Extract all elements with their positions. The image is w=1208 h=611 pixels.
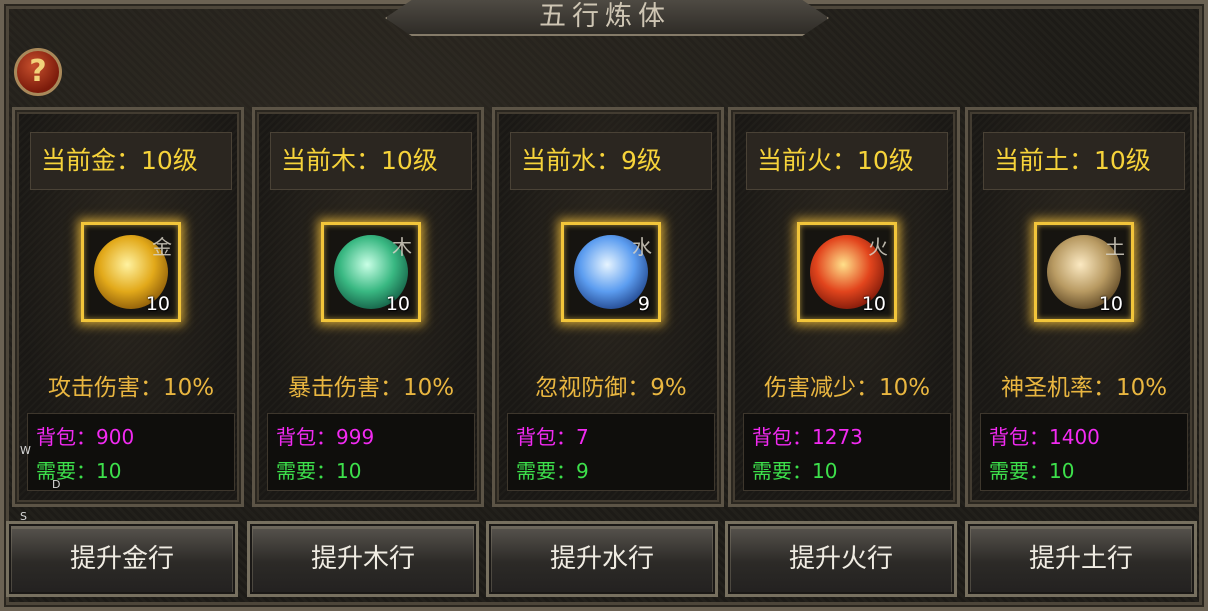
orb-element-char: 木 [392, 235, 412, 259]
wood-orb-slot[interactable]: 木 10 [321, 222, 421, 322]
inventory-box: 背包：1400 需要：10 [980, 413, 1188, 491]
panel-metal: 当前金：10级 金 10 攻击伤害：10% 背包：900 需要：10 [12, 107, 244, 507]
need-count: 需要：10 [36, 459, 122, 483]
inventory-box: 背包：999 需要：10 [267, 413, 475, 491]
need-count: 需要：10 [752, 459, 838, 483]
current-level: 当前火：10级 [746, 132, 948, 190]
bag-count: 背包：999 [276, 425, 375, 449]
hotkey-d: D [52, 478, 61, 491]
current-level: 当前水：9级 [510, 132, 712, 190]
orb-element-char: 土 [1105, 235, 1125, 259]
upgrade-fire-button[interactable]: 提升火行 [725, 521, 957, 597]
upgrade-wood-button[interactable]: 提升木行 [247, 521, 479, 597]
effect-text: 暴击伤害：10% [287, 375, 455, 401]
orb-level: 9 [637, 293, 650, 315]
effect-text: 攻击伤害：10% [47, 375, 215, 401]
panel-water: 当前水：9级 水 9 忽视防御：9% 背包：7 需要：9 [492, 107, 724, 507]
upgrade-earth-button[interactable]: 提升土行 [965, 521, 1197, 597]
orb-element-char: 火 [868, 235, 888, 259]
panel-wood: 当前木：10级 木 10 暴击伤害：10% 背包：999 需要：10 [252, 107, 484, 507]
panel-fire: 当前火：10级 火 10 伤害减少：10% 背包：1273 需要：10 [728, 107, 960, 507]
metal-orb-slot[interactable]: 金 10 [81, 222, 181, 322]
need-count: 需要：10 [276, 459, 362, 483]
upgrade-water-button[interactable]: 提升水行 [486, 521, 718, 597]
panel-earth: 当前土：10级 土 10 神圣机率：10% 背包：1400 需要：10 [965, 107, 1197, 507]
inventory-box: 背包：1273 需要：10 [743, 413, 951, 491]
fire-orb-slot[interactable]: 火 10 [797, 222, 897, 322]
effect-text: 神圣机率：10% [1000, 375, 1168, 401]
bag-count: 背包：7 [516, 425, 589, 449]
window-title: 五行炼体 [539, 1, 671, 32]
orb-level: 10 [861, 293, 886, 315]
water-orb-slot[interactable]: 水 9 [561, 222, 661, 322]
effect-text: 忽视防御：9% [535, 375, 687, 401]
bag-count: 背包：900 [36, 425, 135, 449]
bag-count: 背包：1400 [989, 425, 1100, 449]
orb-element-char: 金 [152, 235, 172, 259]
inventory-box: 背包：7 需要：9 [507, 413, 715, 491]
current-level: 当前金：10级 [30, 132, 232, 190]
current-level: 当前土：10级 [983, 132, 1185, 190]
earth-orb-slot[interactable]: 土 10 [1034, 222, 1134, 322]
orb-element-char: 水 [632, 235, 652, 259]
hotkey-w: W [20, 444, 31, 457]
need-count: 需要：10 [989, 459, 1075, 483]
need-count: 需要：9 [516, 459, 589, 483]
orb-level: 10 [145, 293, 170, 315]
orb-level: 10 [385, 293, 410, 315]
effect-text: 伤害减少：10% [763, 375, 931, 401]
bag-count: 背包：1273 [752, 425, 863, 449]
current-level: 当前木：10级 [270, 132, 472, 190]
orb-level: 10 [1098, 293, 1123, 315]
upgrade-metal-button[interactable]: 提升金行 [6, 521, 238, 597]
question-icon: ? [29, 54, 47, 89]
help-button[interactable]: ? [14, 48, 62, 96]
